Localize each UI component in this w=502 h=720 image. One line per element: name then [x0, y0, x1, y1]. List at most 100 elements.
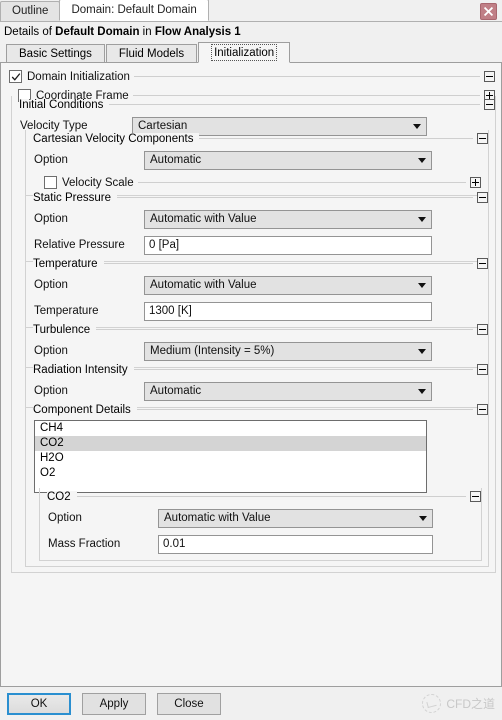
divider	[116, 197, 473, 198]
chevron-down-icon	[413, 388, 431, 394]
static-pressure-option-row: Option Automatic with Value	[34, 206, 484, 232]
temperature-group-label: Temperature	[33, 257, 104, 270]
cartesian-velocity-components-label: Cartesian Velocity Components	[33, 132, 200, 145]
static-pressure-label: Static Pressure	[33, 191, 117, 204]
turbulence-option-select[interactable]: Medium (Intensity = 5%)	[144, 341, 432, 361]
component-co2-group: CO2 Option Automatic with Value Mass Fra…	[39, 488, 482, 561]
component-list[interactable]: CH4 CO2 H2O O2	[34, 420, 427, 493]
divider	[109, 104, 480, 105]
details-header: Details of Default Domain in Flow Analys…	[0, 22, 502, 42]
initialization-form: Domain Initialization Coordinate Frame I…	[0, 63, 502, 687]
divider	[76, 496, 466, 497]
co2-option-select[interactable]: Automatic with Value	[158, 508, 433, 528]
relative-pressure-label: Relative Pressure	[34, 239, 125, 251]
radiation-intensity-option-select[interactable]: Automatic	[144, 381, 432, 401]
cartesian-velocity-components-header: Cartesian Velocity Components	[26, 130, 488, 147]
co2-option-value: Automatic with Value	[164, 512, 271, 524]
tab-basic-settings[interactable]: Basic Settings	[6, 44, 105, 63]
co2-mass-fraction-input[interactable]: 0.01	[158, 534, 433, 554]
radiation-intensity-option-value: Automatic	[150, 385, 202, 397]
cvc-option-row: Option Automatic	[34, 147, 484, 173]
tab-fluid-models[interactable]: Fluid Models	[105, 44, 198, 63]
velocity-scale-expand-icon[interactable]	[470, 177, 481, 188]
list-item[interactable]: CO2	[35, 436, 426, 451]
domain-initialization-collapse-icon[interactable]	[484, 71, 495, 82]
details-header-middle: in	[139, 26, 155, 38]
component-co2-label: CO2	[47, 490, 77, 503]
relative-pressure-input[interactable]: 0 [Pa]	[144, 235, 432, 255]
details-header-analysis: Flow Analysis 1	[154, 26, 241, 38]
domain-initialization-label: Domain Initialization	[27, 70, 130, 83]
component-details-content: CH4 CO2 H2O O2 CO2 Option Automatic with…	[26, 420, 488, 561]
cartesian-velocity-components-content: Option Automatic Velocity Scale	[26, 147, 488, 192]
divider	[133, 369, 473, 370]
divider	[96, 329, 473, 330]
temperature-option-select[interactable]: Automatic with Value	[144, 275, 432, 295]
window-tab-outline[interactable]: Outline	[0, 1, 61, 21]
list-item[interactable]: CH4	[35, 421, 426, 436]
chevron-down-icon	[413, 216, 431, 222]
initial-conditions-label: Initial Conditions	[19, 98, 110, 111]
list-item[interactable]: H2O	[35, 451, 426, 466]
static-pressure-option-select[interactable]: Automatic with Value	[144, 209, 432, 229]
tab-initialization-label: Initialization	[211, 44, 278, 61]
temperature-option-label: Option	[34, 279, 68, 291]
domain-initialization-row[interactable]: Domain Initialization	[4, 67, 498, 86]
turbulence-collapse-icon[interactable]	[477, 324, 488, 335]
radiation-intensity-option-label: Option	[34, 385, 68, 397]
turbulence-option-value: Medium (Intensity = 5%)	[150, 345, 275, 357]
static-pressure-content: Option Automatic with Value Relative Pre…	[26, 206, 488, 258]
chevron-down-icon	[413, 282, 431, 288]
cvc-option-select[interactable]: Automatic	[144, 150, 432, 170]
ok-button[interactable]: OK	[7, 692, 71, 715]
co2-option-label: Option	[48, 512, 82, 524]
radiation-intensity-collapse-icon[interactable]	[477, 364, 488, 375]
watermark: CFD之道	[422, 694, 495, 713]
temperature-option-row: Option Automatic with Value	[34, 272, 484, 298]
window-tab-strip: Outline Domain: Default Domain	[0, 0, 502, 22]
divider	[133, 76, 480, 77]
static-pressure-group: Static Pressure Option Automatic with Va…	[25, 189, 489, 262]
domain-initialization-checkbox[interactable]	[9, 70, 22, 83]
co2-mass-fraction-label: Mass Fraction	[48, 538, 121, 550]
component-details-group: Component Details CH4 CO2 H2O O2 CO2 Opt…	[25, 401, 489, 567]
close-icon[interactable]	[480, 3, 497, 20]
cartesian-velocity-components-collapse-icon[interactable]	[477, 133, 488, 144]
divider	[199, 138, 473, 139]
temperature-content: Option Automatic with Value Temperature …	[26, 272, 488, 324]
component-co2-collapse-icon[interactable]	[470, 491, 481, 502]
dialog-footer: OK Apply Close CFD之道	[0, 687, 502, 720]
chevron-down-icon	[413, 348, 431, 354]
static-pressure-header: Static Pressure	[26, 189, 488, 206]
divider	[137, 182, 466, 183]
list-item[interactable]: O2	[35, 466, 426, 481]
radiation-intensity-header: Radiation Intensity	[26, 361, 488, 378]
settings-tab-strip: Basic Settings Fluid Models Initializati…	[0, 42, 502, 63]
temperature-header: Temperature	[26, 255, 488, 272]
temperature-value-label: Temperature	[34, 305, 99, 317]
initial-conditions-collapse-icon[interactable]	[484, 99, 495, 110]
chevron-down-icon	[413, 157, 431, 163]
details-header-prefix: Details of	[4, 26, 56, 38]
static-pressure-option-value: Automatic with Value	[150, 213, 257, 225]
static-pressure-collapse-icon[interactable]	[477, 192, 488, 203]
co2-option-row: Option Automatic with Value	[48, 505, 477, 531]
apply-button[interactable]: Apply	[82, 692, 146, 715]
velocity-scale-label: Velocity Scale	[62, 176, 134, 189]
velocity-scale-checkbox[interactable]	[44, 176, 57, 189]
temperature-input[interactable]: 1300 [K]	[144, 301, 432, 321]
temperature-collapse-icon[interactable]	[477, 258, 488, 269]
cvc-option-value: Automatic	[150, 154, 202, 166]
temperature-option-value: Automatic with Value	[150, 279, 257, 291]
component-details-collapse-icon[interactable]	[477, 404, 488, 415]
close-button[interactable]: Close	[157, 692, 221, 715]
component-details-header: Component Details	[26, 401, 488, 418]
tab-initialization[interactable]: Initialization	[198, 42, 291, 63]
chevron-down-icon	[408, 123, 426, 129]
window-tab-domain-default-domain[interactable]: Domain: Default Domain	[59, 0, 209, 21]
initial-conditions-content: Velocity Type Cartesian Cartesian Veloci…	[12, 113, 495, 567]
initial-conditions-group: Initial Conditions Velocity Type Cartesi…	[11, 96, 496, 573]
co2-mass-fraction-row: Mass Fraction 0.01	[48, 531, 477, 557]
component-co2-content: Option Automatic with Value Mass Fractio…	[40, 505, 481, 557]
cfx-pre-domain-details-window: Outline Domain: Default Domain Details o…	[0, 0, 502, 720]
